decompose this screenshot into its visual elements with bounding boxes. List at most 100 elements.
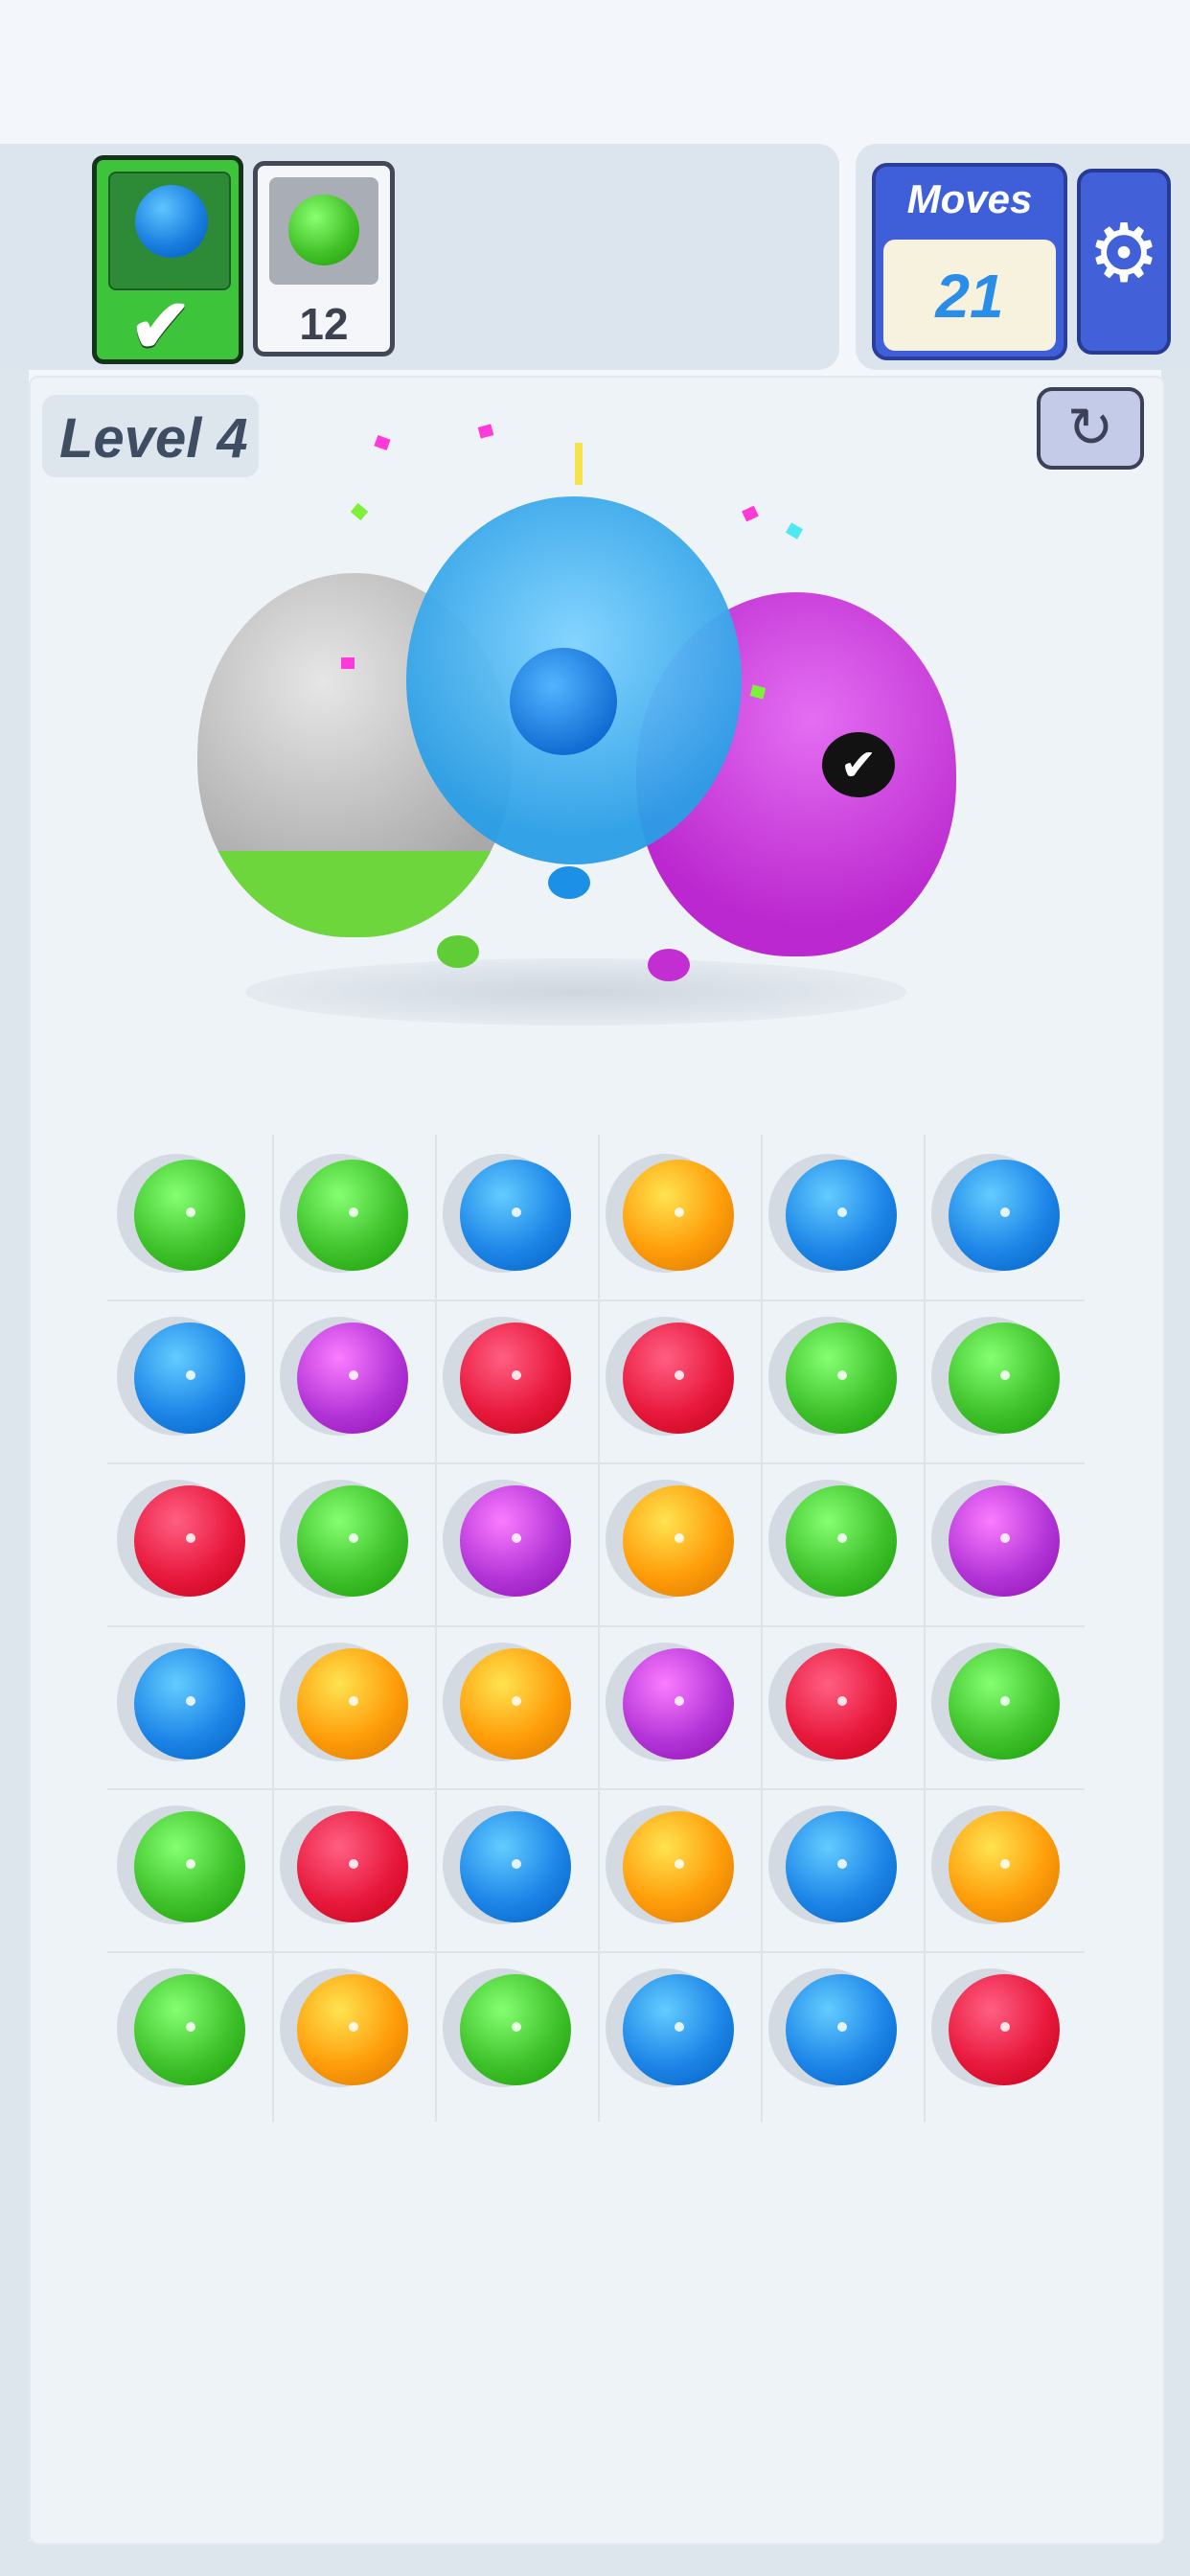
red-ball[interactable] <box>134 1485 245 1597</box>
green-ball[interactable] <box>297 1160 408 1271</box>
next-target-slot: 12 <box>253 161 395 356</box>
blue-ball[interactable] <box>460 1811 571 1922</box>
grid-cell-blue[interactable] <box>107 1298 270 1460</box>
grid-cell-red[interactable] <box>270 1786 433 1949</box>
purple-ball[interactable] <box>460 1485 571 1597</box>
red-ball[interactable] <box>623 1322 734 1434</box>
grid-cell-purple[interactable] <box>596 1623 759 1786</box>
grid-cell-blue[interactable] <box>759 1949 922 2112</box>
orange-ball[interactable] <box>460 1648 571 1760</box>
orange-ball[interactable] <box>949 1811 1060 1922</box>
ball-highlight <box>186 1208 195 1217</box>
confetti-piece <box>575 443 583 485</box>
grid-cell-blue[interactable] <box>433 1786 596 1949</box>
grid-cell-red[interactable] <box>596 1298 759 1460</box>
grid-cell-green[interactable] <box>107 1949 270 2112</box>
ball-highlight <box>349 1208 358 1217</box>
blue-ball[interactable] <box>460 1160 571 1271</box>
blue-balloon-knot <box>548 866 590 899</box>
orange-ball[interactable] <box>623 1485 734 1597</box>
green-ball[interactable] <box>786 1322 897 1434</box>
grid-cell-blue[interactable] <box>107 1623 270 1786</box>
gear-icon: ⚙ <box>1087 208 1160 298</box>
current-target-well <box>108 172 231 290</box>
ball-highlight <box>1000 1208 1010 1217</box>
moves-label: Moves <box>906 176 1033 221</box>
green-ball[interactable] <box>297 1485 408 1597</box>
moves-value: 21 <box>935 262 1004 331</box>
grid-cell-red[interactable] <box>759 1623 922 1786</box>
green-ball[interactable] <box>460 1974 571 2085</box>
grid-cell-orange[interactable] <box>596 1135 759 1298</box>
red-ball[interactable] <box>297 1811 408 1922</box>
undo-button[interactable]: ↻ <box>1037 387 1144 470</box>
blue-ball[interactable] <box>786 1974 897 2085</box>
grid-cell-blue[interactable] <box>433 1135 596 1298</box>
orange-ball[interactable] <box>297 1648 408 1760</box>
grid-cell-orange[interactable] <box>596 1460 759 1623</box>
current-target-ball <box>135 185 208 258</box>
orange-ball[interactable] <box>297 1974 408 2085</box>
purple-ball[interactable] <box>949 1485 1060 1597</box>
ball-highlight <box>837 1859 847 1869</box>
ball-highlight <box>512 1208 521 1217</box>
ball-highlight <box>675 1696 684 1706</box>
grid-cell-orange[interactable] <box>922 1786 1085 1949</box>
grid-cell-blue[interactable] <box>759 1786 922 1949</box>
settings-button[interactable]: ⚙ <box>1077 169 1171 355</box>
ball-highlight <box>1000 2022 1010 2032</box>
grid-cell-red[interactable] <box>922 1949 1085 2112</box>
grid-cell-green[interactable] <box>433 1949 596 2112</box>
grid-cell-orange[interactable] <box>433 1623 596 1786</box>
green-ball[interactable] <box>786 1485 897 1597</box>
green-ball[interactable] <box>949 1322 1060 1434</box>
grid-cell-blue[interactable] <box>759 1135 922 1298</box>
green-ball[interactable] <box>134 1160 245 1271</box>
blue-ball[interactable] <box>134 1322 245 1434</box>
gray-balloon-knot <box>437 935 479 968</box>
grid-cell-purple[interactable] <box>922 1460 1085 1623</box>
ball-highlight <box>186 1533 195 1543</box>
grid-cell-red[interactable] <box>433 1298 596 1460</box>
grid-cell-orange[interactable] <box>596 1786 759 1949</box>
grid-cell-red[interactable] <box>107 1460 270 1623</box>
blue-ball[interactable] <box>949 1160 1060 1271</box>
grid-cell-green[interactable] <box>759 1460 922 1623</box>
red-ball[interactable] <box>460 1322 571 1434</box>
ball-highlight <box>1000 1533 1010 1543</box>
grid-cell-green[interactable] <box>107 1786 270 1949</box>
green-ball[interactable] <box>949 1648 1060 1760</box>
red-ball[interactable] <box>949 1974 1060 2085</box>
grid-cell-purple[interactable] <box>270 1298 433 1460</box>
blue-ball[interactable] <box>786 1811 897 1922</box>
grid-cell-purple[interactable] <box>433 1460 596 1623</box>
left-border <box>0 370 29 2576</box>
orange-ball[interactable] <box>623 1160 734 1271</box>
grid-cell-green[interactable] <box>270 1460 433 1623</box>
ball-highlight <box>837 1533 847 1543</box>
grid-cell-green[interactable] <box>759 1298 922 1460</box>
balloon-shadow <box>245 958 906 1025</box>
red-ball[interactable] <box>786 1648 897 1760</box>
ball-highlight <box>837 2022 847 2032</box>
blue-ball[interactable] <box>623 1974 734 2085</box>
purple-ball[interactable] <box>297 1322 408 1434</box>
purple-ball[interactable] <box>623 1648 734 1760</box>
green-ball[interactable] <box>134 1974 245 2085</box>
check-bubble-icon: ✔ <box>822 732 895 797</box>
grid-cell-green[interactable] <box>107 1135 270 1298</box>
grid-cell-orange[interactable] <box>270 1949 433 2112</box>
blue-ball[interactable] <box>134 1648 245 1760</box>
orange-ball[interactable] <box>623 1811 734 1922</box>
grid-cell-green[interactable] <box>270 1135 433 1298</box>
grid-cell-blue[interactable] <box>922 1135 1085 1298</box>
green-ball[interactable] <box>134 1811 245 1922</box>
grid-cell-blue[interactable] <box>596 1949 759 2112</box>
grid-cell-green[interactable] <box>922 1298 1085 1460</box>
grid-cell-green[interactable] <box>922 1623 1085 1786</box>
grid-cell-orange[interactable] <box>270 1623 433 1786</box>
bottom-border <box>0 2542 1190 2576</box>
right-border <box>1161 370 1190 2576</box>
ball-highlight <box>1000 1696 1010 1706</box>
blue-ball[interactable] <box>786 1160 897 1271</box>
